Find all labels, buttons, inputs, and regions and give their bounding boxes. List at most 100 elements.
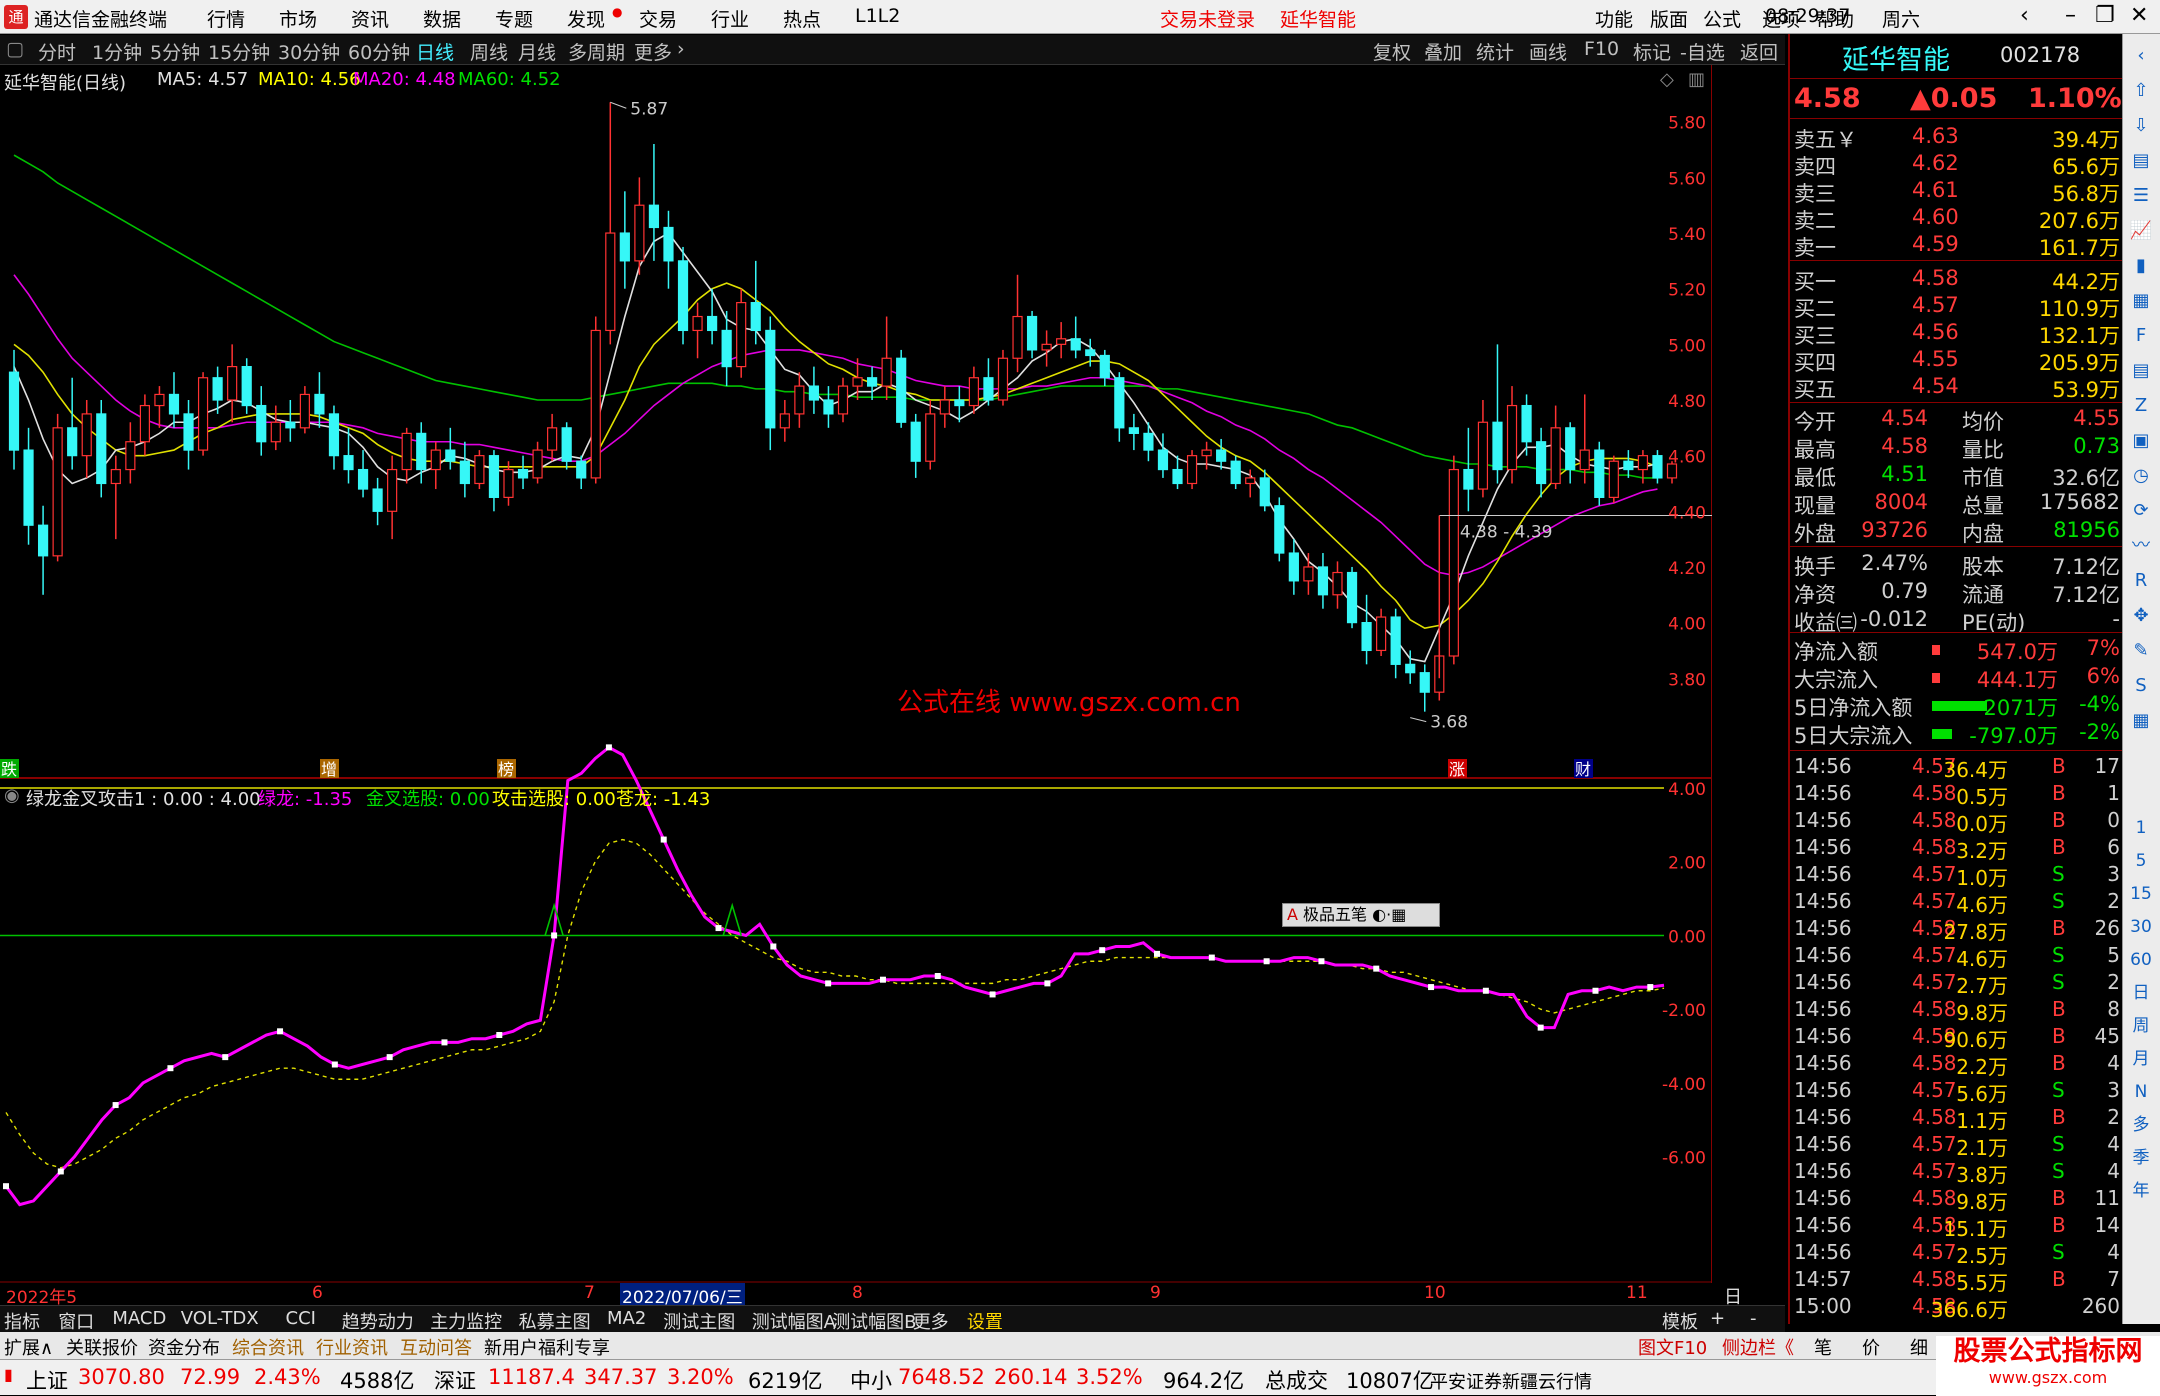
period-shortcut-icon[interactable]: N bbox=[2127, 1078, 2155, 1106]
period-30min[interactable]: 30分钟 bbox=[278, 38, 340, 65]
bottom-tab[interactable]: 测试主图 bbox=[663, 1308, 735, 1334]
draw-icon[interactable]: ✎ bbox=[2127, 637, 2155, 665]
bottom-tab-right[interactable]: - bbox=[1750, 1308, 1757, 1329]
period-shortcut-icon[interactable]: 月 bbox=[2127, 1045, 2155, 1073]
bid-row[interactable]: 买一 4.58 44.2万 bbox=[1794, 266, 2120, 294]
close-window-icon[interactable]: ✕ bbox=[2130, 3, 2148, 28]
period-15min[interactable]: 15分钟 bbox=[208, 38, 270, 65]
sz-name[interactable]: 深证 bbox=[434, 1365, 476, 1395]
btn-fanhui[interactable]: 返回 bbox=[1740, 38, 1778, 65]
bottom-tab-right[interactable]: 模板 bbox=[1662, 1308, 1698, 1334]
panel-toggle-icon[interactable]: ▥ bbox=[1688, 69, 1705, 90]
tick-row[interactable]: 14:56 4.58 9.8万 B 8 bbox=[1794, 997, 2120, 1025]
table-icon[interactable]: ▦ bbox=[2127, 287, 2155, 315]
menu-shichang[interactable]: 市场 bbox=[279, 5, 317, 32]
layout-icon[interactable]: ▢ bbox=[6, 38, 24, 60]
bid-row[interactable]: 买四 4.55 205.9万 bbox=[1794, 347, 2120, 375]
bottom-tab[interactable]: 窗口 bbox=[58, 1308, 94, 1334]
fz-icon[interactable]: Z bbox=[2127, 392, 2155, 420]
tick-row[interactable]: 14:56 4.58 3.2万 B 6 bbox=[1794, 835, 2120, 863]
ext-tab-right[interactable]: 价 bbox=[1862, 1334, 1880, 1360]
tick-row[interactable]: 14:56 4.57 1.0万 S 3 bbox=[1794, 862, 2120, 890]
zx-name[interactable]: 中小 bbox=[850, 1365, 892, 1395]
period-shortcut-icon[interactable]: 季 bbox=[2127, 1144, 2155, 1172]
quote-icon[interactable]: ▤ bbox=[2127, 147, 2155, 175]
period-shortcut-icon[interactable]: 5 bbox=[2127, 847, 2155, 875]
ext-tab-right[interactable]: 侧边栏《 bbox=[1722, 1334, 1794, 1360]
tick-row[interactable]: 14:56 4.57 5.6万 S 3 bbox=[1794, 1078, 2120, 1106]
down-icon[interactable]: ⇩ bbox=[2127, 112, 2155, 140]
stock-icon[interactable]: ▣ bbox=[2127, 427, 2155, 455]
stock-name-link[interactable]: 延华智能 bbox=[1280, 5, 1356, 32]
wave-icon[interactable]: 〰 bbox=[2127, 532, 2155, 560]
chart-icon[interactable]: 📈 bbox=[2127, 217, 2155, 245]
list-icon[interactable]: ☰ bbox=[2127, 182, 2155, 210]
bid-row[interactable]: 买五 4.54 53.9万 bbox=[1794, 374, 2120, 402]
bottom-tab[interactable]: 指标 bbox=[4, 1308, 40, 1334]
menu-hangqing[interactable]: 行情 bbox=[207, 5, 245, 32]
kline-chart-svg[interactable]: 5.80 5.60 5.40 5.20 5.00 4.80 4.60 4.40 4.20 4.00… bbox=[0, 65, 1712, 1283]
period-shortcut-icon[interactable]: 1 bbox=[2127, 814, 2155, 842]
period-shortcut-icon[interactable]: 15 bbox=[2127, 880, 2155, 908]
up-icon[interactable]: ⇧ bbox=[2127, 77, 2155, 105]
btn-diejia[interactable]: 叠加 bbox=[1424, 38, 1462, 65]
btn-tongji[interactable]: 统计 bbox=[1476, 38, 1514, 65]
btn-zixuan[interactable]: -自选 bbox=[1680, 38, 1725, 65]
menu-jiaoyi[interactable]: 交易 bbox=[639, 5, 677, 32]
minimize-icon[interactable]: ‹ bbox=[2020, 3, 2029, 28]
menu-hangye[interactable]: 行业 bbox=[711, 5, 749, 32]
btn-biaoji[interactable]: 标记 bbox=[1633, 38, 1671, 65]
ext-tab-right[interactable]: 细 bbox=[1910, 1334, 1928, 1360]
grid-icon[interactable]: ▦ bbox=[2127, 707, 2155, 735]
refresh-icon[interactable]: ⟳ bbox=[2127, 497, 2155, 525]
tick-row[interactable]: 14:57 4.58 5.5万 B 7 bbox=[1794, 1267, 2120, 1295]
bottom-tab[interactable]: 设置 bbox=[967, 1308, 1003, 1334]
ask-row[interactable]: 卖一 4.59 161.7万 bbox=[1794, 232, 2120, 260]
period-5min[interactable]: 5分钟 bbox=[150, 38, 200, 65]
fs-icon[interactable]: S bbox=[2127, 672, 2155, 700]
bottom-tab[interactable]: 测试幅图B bbox=[832, 1308, 916, 1334]
ext-tab[interactable]: 综合资讯 bbox=[232, 1334, 304, 1360]
period-weekly[interactable]: 周线 bbox=[470, 38, 508, 65]
btn-fuquan[interactable]: 复权 bbox=[1373, 38, 1411, 65]
period-60min[interactable]: 60分钟 bbox=[348, 38, 410, 65]
bottom-tab-right[interactable]: + bbox=[1710, 1308, 1725, 1329]
menu-gongneng[interactable]: 功能 bbox=[1595, 5, 1633, 32]
tick-row[interactable]: 14:56 4.58 15.1万 B 14 bbox=[1794, 1213, 2120, 1241]
collapse-icon[interactable]: ‹ bbox=[2127, 42, 2155, 70]
tick-row[interactable]: 14:56 4.58 0.5万 B 1 bbox=[1794, 781, 2120, 809]
period-multi[interactable]: 多周期 bbox=[568, 38, 625, 65]
ext-tab-right[interactable]: 图文F10 bbox=[1638, 1334, 1707, 1360]
chart-area[interactable]: 5.80 5.60 5.40 5.20 5.00 4.80 4.60 4.40 4.20 4.00… bbox=[0, 65, 1742, 1334]
tick-row[interactable]: 14:56 4.57 3.8万 S 4 bbox=[1794, 1159, 2120, 1187]
menu-banmian[interactable]: 版面 bbox=[1650, 5, 1688, 32]
bottom-tab[interactable]: MACD bbox=[112, 1308, 166, 1329]
period-shortcut-icon[interactable]: 60 bbox=[2127, 946, 2155, 974]
period-fenshi[interactable]: 分时 bbox=[38, 38, 76, 65]
info-icon[interactable]: ▤ bbox=[2127, 357, 2155, 385]
diamond-icon[interactable]: ◇ bbox=[1660, 69, 1674, 90]
ext-tab-right[interactable]: 笔 bbox=[1814, 1334, 1832, 1360]
period-shortcut-icon[interactable]: 多 bbox=[2127, 1111, 2155, 1139]
period-daily[interactable]: 日线 bbox=[416, 38, 454, 65]
tick-row[interactable]: 14:56 4.58 2.2万 B 4 bbox=[1794, 1051, 2120, 1079]
bid-row[interactable]: 买二 4.57 110.9万 bbox=[1794, 293, 2120, 321]
bid-row[interactable]: 买三 4.56 132.1万 bbox=[1794, 320, 2120, 348]
clock-icon[interactable]: ◷ bbox=[2127, 462, 2155, 490]
menu-shuju[interactable]: 数据 bbox=[423, 5, 461, 32]
bottom-tab[interactable]: MA2 bbox=[607, 1308, 646, 1329]
menu-redian[interactable]: 热点 bbox=[783, 5, 821, 32]
ext-tab[interactable]: 行业资讯 bbox=[316, 1334, 388, 1360]
btn-f10[interactable]: F10 bbox=[1584, 38, 1619, 60]
tick-row[interactable]: 14:56 4.57 4.6万 S 5 bbox=[1794, 943, 2120, 971]
ext-tab[interactable]: 资金分布 bbox=[148, 1334, 220, 1360]
ask-row[interactable]: 卖三 4.61 56.8万 bbox=[1794, 178, 2120, 206]
tick-row[interactable]: 14:56 4.58 27.8万 B 26 bbox=[1794, 916, 2120, 944]
tick-row[interactable]: 14:56 4.57 36.4万 B 17 bbox=[1794, 754, 2120, 782]
period-1min[interactable]: 1分钟 bbox=[92, 38, 142, 65]
tick-row[interactable]: 14:56 4.58 9.8万 B 11 bbox=[1794, 1186, 2120, 1214]
tick-row[interactable]: 14:56 4.57 2.5万 S 4 bbox=[1794, 1240, 2120, 1268]
ext-tab[interactable]: 关联报价 bbox=[66, 1334, 138, 1360]
period-shortcut-icon[interactable]: 日 bbox=[2127, 979, 2155, 1007]
ime-popup[interactable]: A 极品五笔 ◐·▦ bbox=[1282, 903, 1440, 927]
